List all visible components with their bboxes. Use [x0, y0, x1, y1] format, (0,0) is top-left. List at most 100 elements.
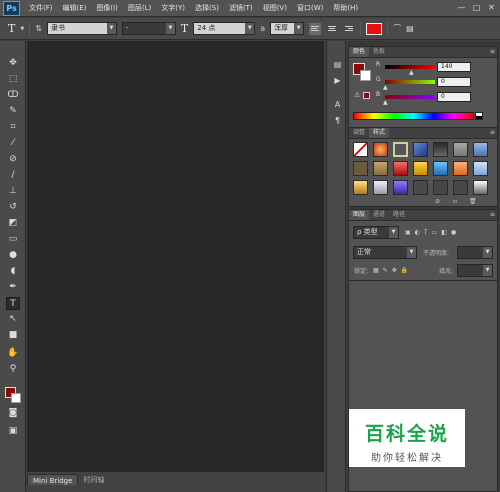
tab-timeline[interactable]: 时间轴 — [78, 474, 109, 485]
style-swatch[interactable] — [373, 142, 388, 157]
style-swatch[interactable] — [453, 142, 468, 157]
font-size-select[interactable]: 24 点 ▼ — [193, 22, 256, 35]
dodge-tool-icon[interactable]: ◖ — [6, 265, 20, 278]
lock-position-icon[interactable]: ✥ — [392, 267, 397, 274]
style-swatch[interactable] — [473, 142, 488, 157]
font-family-select[interactable]: 隶书 ▼ — [46, 22, 117, 35]
color-spectrum-ramp[interactable] — [353, 112, 474, 120]
style-swatch[interactable] — [473, 180, 488, 195]
align-center-button[interactable] — [326, 23, 338, 35]
style-swatch[interactable] — [373, 161, 388, 176]
orientation-icon[interactable]: ⇅ — [35, 24, 42, 33]
style-swatch[interactable] — [413, 142, 428, 157]
type-filter-icon[interactable]: T — [424, 229, 428, 236]
maximize-icon[interactable]: □ — [470, 2, 483, 13]
style-swatch[interactable] — [373, 180, 388, 195]
background-color-swatch[interactable] — [11, 393, 21, 403]
style-swatch[interactable] — [393, 161, 408, 176]
menu-help[interactable]: 帮助(H) — [328, 3, 363, 13]
brush-tool-icon[interactable]: ∕ — [6, 169, 20, 182]
tab-color[interactable]: 颜色 — [349, 47, 370, 57]
smart-object-filter-icon[interactable]: ◧ — [441, 229, 447, 236]
style-swatch[interactable] — [433, 161, 448, 176]
pixel-filter-icon[interactable]: ▣ — [405, 229, 411, 236]
antialias-select[interactable]: 浑厚 ▼ — [270, 22, 305, 35]
menu-edit[interactable]: 编辑(E) — [58, 3, 92, 13]
tab-channels[interactable]: 通道 — [369, 210, 389, 220]
tab-paths[interactable]: 路径 — [389, 210, 409, 220]
clear-style-icon[interactable]: ⊘ — [435, 198, 440, 205]
panel-menu-icon[interactable]: ≡ — [490, 48, 495, 55]
style-swatch[interactable] — [393, 180, 408, 195]
lock-all-icon[interactable]: 🔒 — [401, 267, 408, 274]
close-icon[interactable]: ✕ — [485, 2, 498, 13]
history-icon[interactable]: ▤ — [332, 59, 343, 70]
text-color-swatch[interactable] — [366, 22, 383, 35]
type-tool-icon[interactable]: T — [8, 22, 15, 35]
delete-style-icon[interactable]: 🗑 — [469, 198, 477, 205]
healing-brush-tool-icon[interactable]: ⊘ — [6, 153, 20, 166]
b-value-field[interactable]: 0 — [437, 92, 471, 102]
bg-color-swatch[interactable] — [360, 70, 371, 81]
actions-icon[interactable]: ▶ — [332, 75, 343, 86]
tab-mini-bridge[interactable]: Mini Bridge — [27, 474, 79, 485]
tab-styles[interactable]: 样式 — [369, 128, 390, 138]
opacity-field[interactable]: ▼ — [457, 246, 493, 259]
style-swatch[interactable] — [453, 180, 468, 195]
b-slider-thumb-icon[interactable]: ▲ — [383, 99, 388, 106]
fill-field[interactable]: ▼ — [457, 264, 493, 277]
menu-view[interactable]: 视图(V) — [258, 3, 292, 13]
style-swatch[interactable] — [433, 180, 448, 195]
font-style-select[interactable]: - ▼ — [121, 22, 176, 35]
style-swatch[interactable] — [353, 180, 368, 195]
menu-filter[interactable]: 滤镜(T) — [224, 3, 258, 13]
layer-kind-filter[interactable]: ρ 类型 ▼ — [353, 226, 399, 239]
clone-stamp-tool-icon[interactable]: ⊥ — [6, 185, 20, 198]
blur-tool-icon[interactable]: ● — [6, 249, 20, 262]
style-swatch[interactable] — [453, 161, 468, 176]
move-tool-icon[interactable]: ✥ — [6, 57, 20, 70]
rectangle-tool-icon[interactable]: ■ — [6, 329, 20, 342]
crop-tool-icon[interactable]: ⌗ — [6, 121, 20, 134]
history-brush-tool-icon[interactable]: ↺ — [6, 201, 20, 214]
align-right-button[interactable] — [343, 23, 355, 35]
quick-select-tool-icon[interactable]: ✎ — [6, 105, 20, 118]
menu-image[interactable]: 图像(I) — [91, 3, 123, 13]
lasso-tool-icon[interactable]: ↀ — [6, 89, 20, 102]
style-swatch[interactable] — [433, 142, 448, 157]
menu-window[interactable]: 窗口(W) — [292, 3, 328, 13]
eraser-tool-icon[interactable]: ◩ — [6, 217, 20, 230]
style-swatch-none[interactable] — [353, 142, 368, 157]
path-selection-tool-icon[interactable]: ↖ — [6, 313, 20, 326]
blend-mode-select[interactable]: 正常 ▼ — [353, 246, 417, 259]
b-slider-track[interactable] — [385, 95, 435, 99]
menu-select[interactable]: 选择(S) — [190, 3, 224, 13]
minimize-icon[interactable]: — — [455, 2, 468, 13]
style-swatch[interactable] — [413, 161, 428, 176]
character-panel-icon[interactable]: ▤ — [406, 24, 414, 33]
hand-tool-icon[interactable]: ✋ — [6, 347, 20, 360]
filter-toggle-icon[interactable]: ● — [451, 229, 456, 236]
r-slider-thumb-icon[interactable]: ▲ — [409, 69, 414, 76]
menu-layer[interactable]: 图层(L) — [123, 3, 156, 13]
align-left-button[interactable] — [309, 22, 322, 35]
lock-transparency-icon[interactable]: ▦ — [373, 267, 379, 274]
pen-tool-icon[interactable]: ✒ — [6, 281, 20, 294]
eyedropper-tool-icon[interactable]: ⁄ — [6, 137, 20, 150]
paragraph-icon[interactable]: ¶ — [332, 115, 343, 126]
menu-file[interactable]: 文件(F) — [24, 3, 58, 13]
tab-adjustments[interactable]: 调整 — [349, 128, 369, 138]
tool-preset-chevron-icon[interactable]: ▼ — [20, 26, 24, 32]
quick-mask-icon[interactable]: ◙ — [6, 407, 20, 420]
shape-filter-icon[interactable]: ▭ — [432, 229, 438, 236]
menu-type[interactable]: 文字(Y) — [156, 3, 190, 13]
panel-menu-icon[interactable]: ≡ — [490, 129, 495, 136]
gamut-warning-icon[interactable]: ⚠ — [354, 91, 360, 99]
warp-text-icon[interactable]: ⌒ — [393, 23, 401, 34]
style-swatch[interactable] — [473, 161, 488, 176]
g-slider-thumb-icon[interactable]: ▲ — [383, 84, 388, 91]
new-style-icon[interactable]: ▫ — [453, 198, 457, 205]
g-value-field[interactable]: 0 — [437, 77, 471, 87]
adjustment-filter-icon[interactable]: ◐ — [415, 229, 420, 236]
screen-mode-icon[interactable]: ▣ — [6, 425, 20, 438]
